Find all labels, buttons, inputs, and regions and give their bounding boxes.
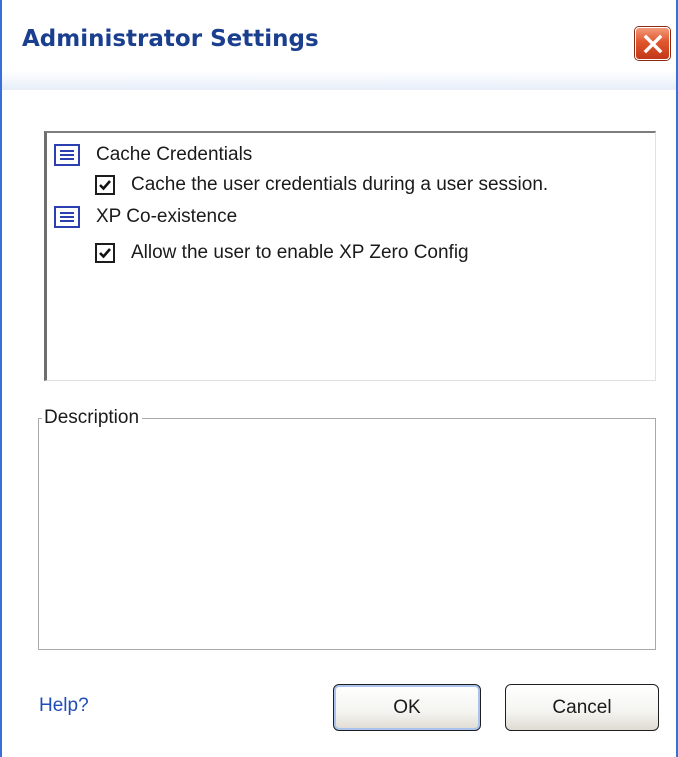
tree-section-cache-credentials[interactable]: Cache Credentials	[54, 141, 252, 169]
checkmark-icon	[99, 180, 111, 191]
section-label: XP Co-existence	[96, 206, 238, 227]
dialog-title: Administrator Settings	[22, 26, 319, 52]
checkbox-xp-zero-config[interactable]	[95, 243, 115, 263]
option-label: Allow the user to enable XP Zero Config	[131, 242, 469, 263]
settings-tree[interactable]: Cache Credentials Cache the user credent…	[44, 131, 656, 381]
description-legend: Description	[42, 407, 143, 429]
tree-section-xp-coexistence[interactable]: XP Co-existence	[54, 203, 237, 231]
list-section-icon	[54, 144, 80, 166]
help-link[interactable]: Help?	[39, 695, 89, 717]
checkmark-icon	[99, 248, 111, 259]
option-label: Cache the user credentials during a user…	[131, 174, 549, 195]
option-allow-xp-zero-config[interactable]: Allow the user to enable XP Zero Config	[95, 239, 469, 267]
option-cache-user-credentials[interactable]: Cache the user credentials during a user…	[95, 171, 548, 199]
checkbox-cache-credentials[interactable]	[95, 175, 115, 195]
section-label: Cache Credentials	[96, 144, 253, 165]
description-group	[38, 418, 656, 650]
cancel-button[interactable]: Cancel	[505, 684, 659, 731]
admin-settings-dialog: Administrator Settings Cache Credentials…	[0, 0, 678, 757]
close-x-icon	[643, 34, 663, 54]
ok-button[interactable]: OK	[333, 684, 481, 731]
title-bar[interactable]: Administrator Settings	[2, 0, 676, 90]
close-button[interactable]	[635, 27, 670, 60]
list-section-icon	[54, 206, 80, 228]
